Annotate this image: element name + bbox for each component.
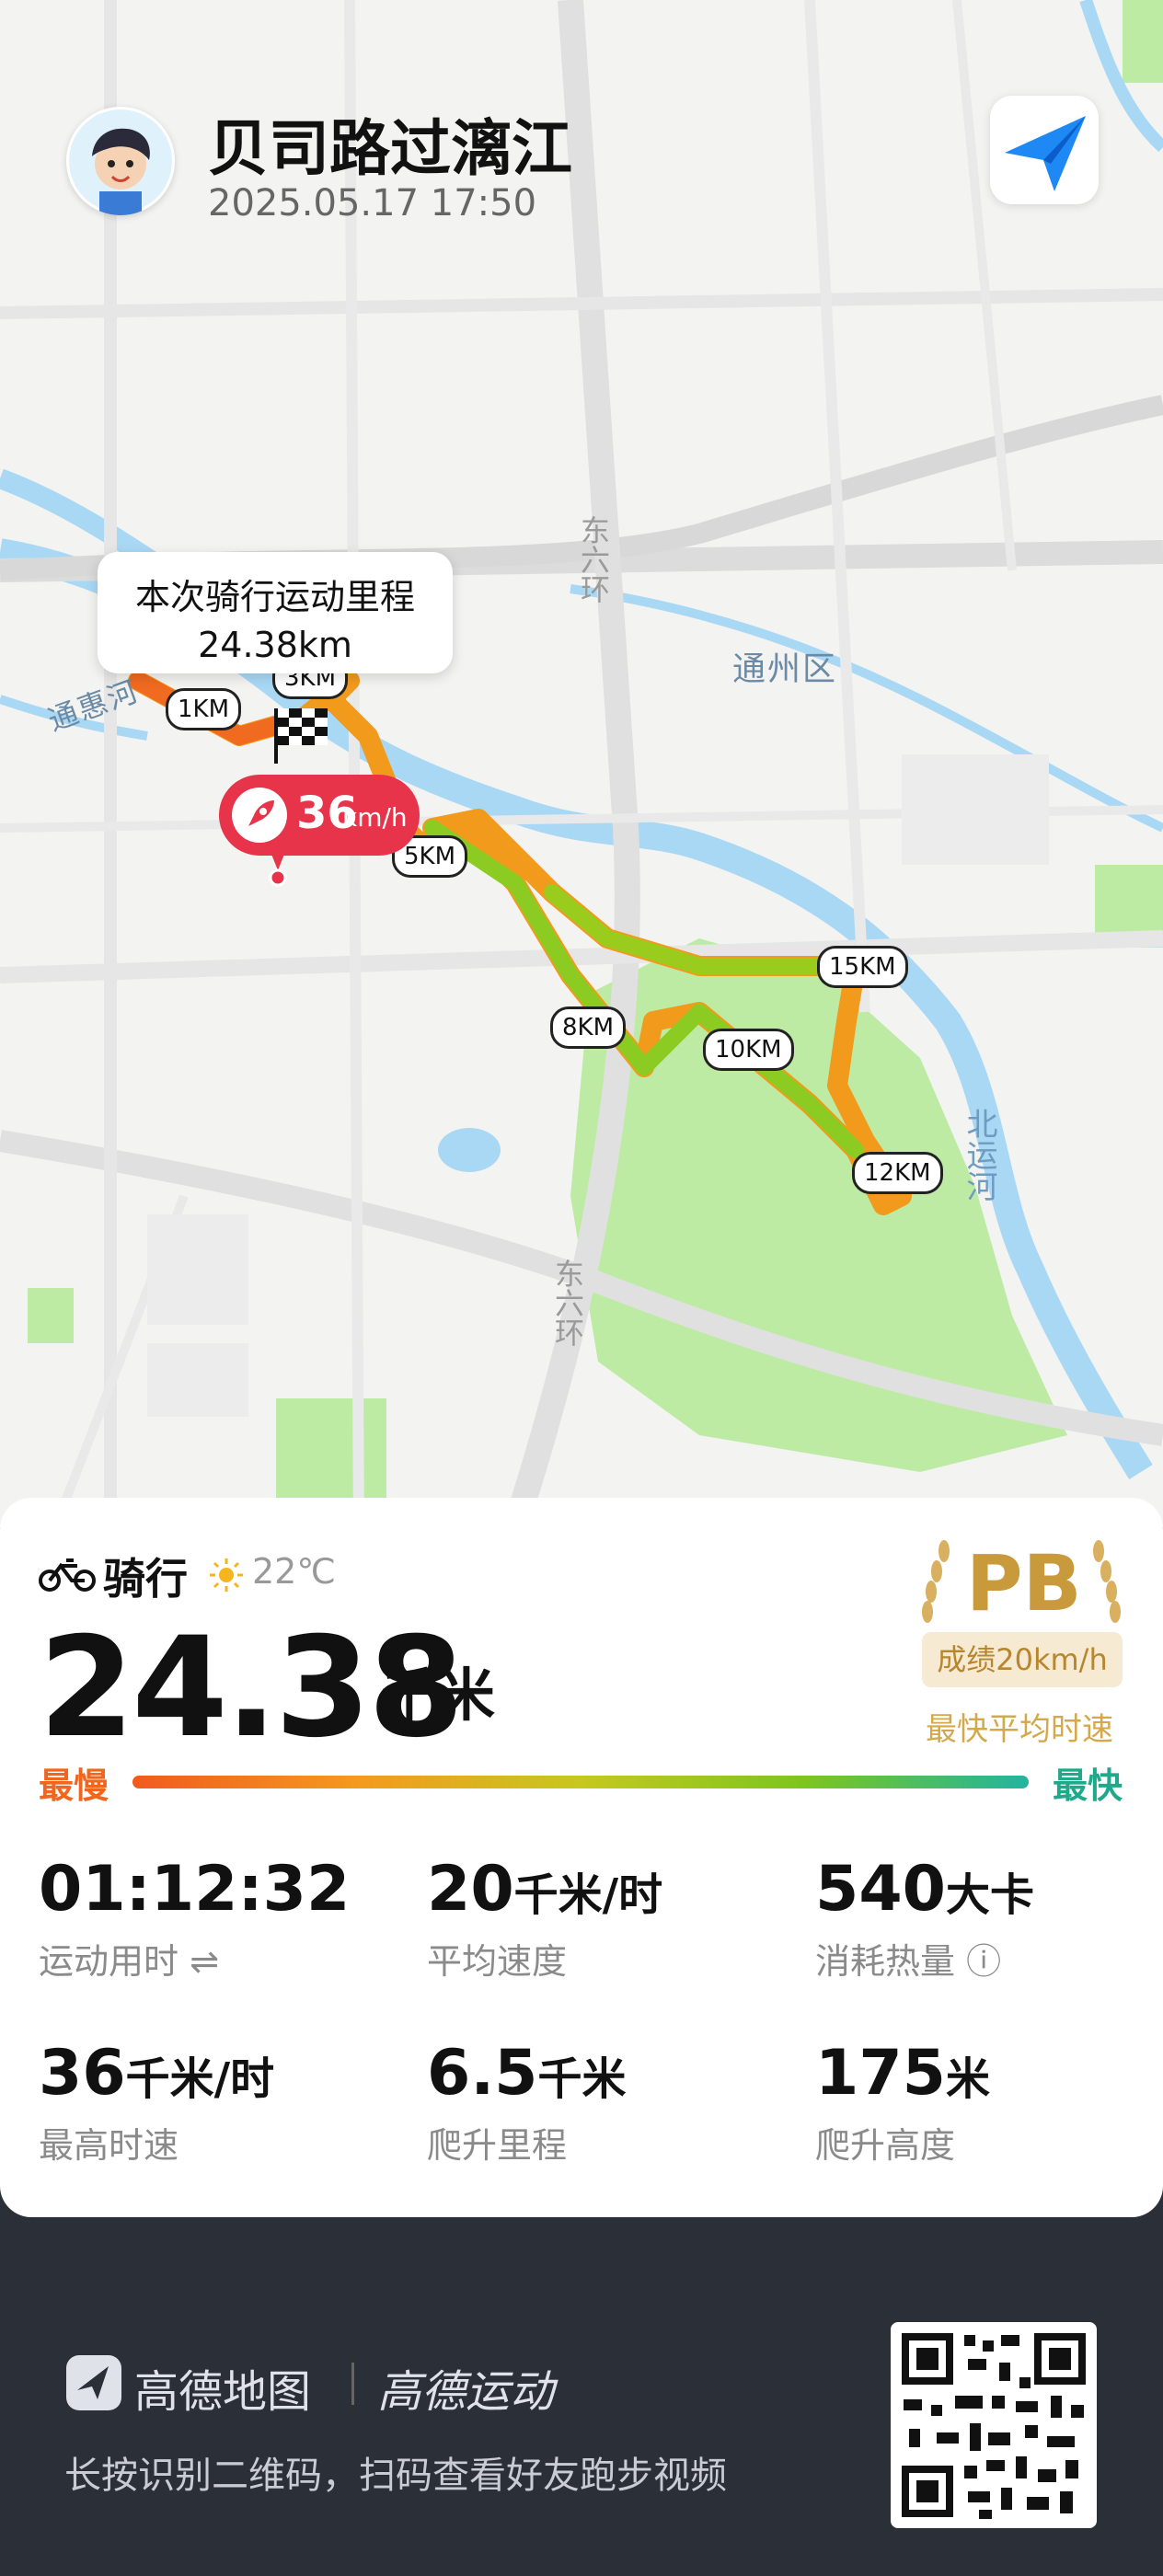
stat-avg-speed: 20千米/时 平均速度 (427, 1853, 662, 1984)
stat-label: 运动用时 ⇌ (39, 1941, 219, 1982)
wheat-icon-left (922, 1540, 950, 1623)
pb-caption: 最快平均时速 (926, 1711, 1113, 1748)
stat-unit: 千米/时 (513, 1869, 663, 1921)
stat-climb-height: 175米 爬升高度 (815, 2037, 990, 2168)
stat-label: 平均速度 (427, 1941, 568, 1982)
activity-datetime: 2025.05.17 17:50 (208, 182, 537, 224)
speed-legend-fast: 最快 (1053, 1765, 1123, 1806)
distance-bubble-value: 24.38km (198, 625, 352, 665)
km-marker: 15KM (817, 946, 908, 988)
max-speed-unit: km/h (342, 802, 408, 833)
route-map[interactable]: 通州区 东六环 东六环 北运河 通惠河 1KM 3KM 5KM 8KM 10KM… (0, 0, 1163, 1527)
paper-plane-icon[interactable] (990, 96, 1099, 204)
stat-value: 36 (39, 2037, 126, 2110)
stat-max-speed: 36千米/时 最高时速 (39, 2037, 274, 2168)
distance-bubble-title: 本次骑行运动里程 (134, 577, 415, 617)
stat-value: 01:12:32 (39, 1853, 351, 1926)
share-footer: 高德地图 高德运动 长按识别二维码，扫码查看好友跑步视频 (0, 2245, 1163, 2576)
km-marker: 8KM (550, 1006, 627, 1049)
stat-duration[interactable]: 01:12:32 运动用时 ⇌ (39, 1853, 350, 1984)
stat-label: 爬升里程 (427, 2125, 568, 2166)
pb-label: PB (966, 1538, 1082, 1628)
sport-type-label: 骑行 (103, 1554, 188, 1604)
pb-badge: 成绩20km/h (922, 1632, 1123, 1687)
page-title: 贝司路过漓江 (208, 113, 572, 184)
rocket-icon (232, 788, 287, 843)
stats-card: 骑行 22℃ 24.38 千米 PB 成绩20km/h 最快平均时速 最慢 最快… (0, 1498, 1163, 2217)
stat-label: 最高时速 (39, 2125, 179, 2166)
stat-unit: 米 (945, 2053, 990, 2105)
brand-sport: 高德运动 (377, 2366, 555, 2418)
sun-icon (210, 1558, 243, 1592)
km-marker: 12KM (852, 1152, 943, 1194)
stat-unit: 千米 (537, 2053, 627, 2105)
stat-value: 6.5 (427, 2037, 538, 2110)
user-avatar-icon[interactable] (66, 107, 175, 215)
river-label-beiyun: 北运河 (961, 1108, 997, 1202)
district-label: 通州区 (732, 650, 838, 688)
stat-label: 消耗热量 ⓘ (815, 1941, 1002, 1982)
ring-road-label: 东六环 (576, 515, 611, 604)
stat-calories[interactable]: 540大卡 消耗热量 ⓘ (815, 1853, 1034, 1984)
amap-logo-icon (66, 2355, 121, 2410)
brand-amap: 高德地图 (134, 2366, 312, 2418)
stat-unit: 千米/时 (125, 2053, 275, 2105)
total-distance-unit: 千米 (381, 1662, 496, 1729)
stat-value: 175 (815, 2037, 946, 2110)
km-marker: 10KM (703, 1029, 794, 1071)
speed-legend-slow: 最慢 (39, 1765, 109, 1806)
wheat-icon-right (1093, 1540, 1121, 1623)
qr-tip-text: 长按识别二维码，扫码查看好友跑步视频 (64, 2455, 727, 2497)
pin-pointer (269, 852, 287, 887)
stat-value: 20 (427, 1853, 514, 1926)
stat-climb-distance: 6.5千米 爬升里程 (427, 2037, 626, 2168)
temperature-label: 22℃ (252, 1551, 337, 1592)
qr-code-icon[interactable] (891, 2322, 1097, 2528)
stat-value: 540 (815, 1853, 946, 1926)
stat-label: 爬升高度 (815, 2125, 956, 2166)
distance-bubble: 本次骑行运动里程 24.38km (98, 552, 453, 673)
stat-unit: 大卡 (945, 1869, 1034, 1921)
ring-road-label-south: 东六环 (550, 1259, 585, 1347)
max-speed-pin[interactable]: 36 km/h (219, 775, 420, 856)
speed-gradient-bar (132, 1776, 1029, 1788)
brand-divider (351, 2363, 354, 2405)
km-marker: 1KM (166, 688, 242, 730)
bicycle-icon (39, 1558, 96, 1592)
